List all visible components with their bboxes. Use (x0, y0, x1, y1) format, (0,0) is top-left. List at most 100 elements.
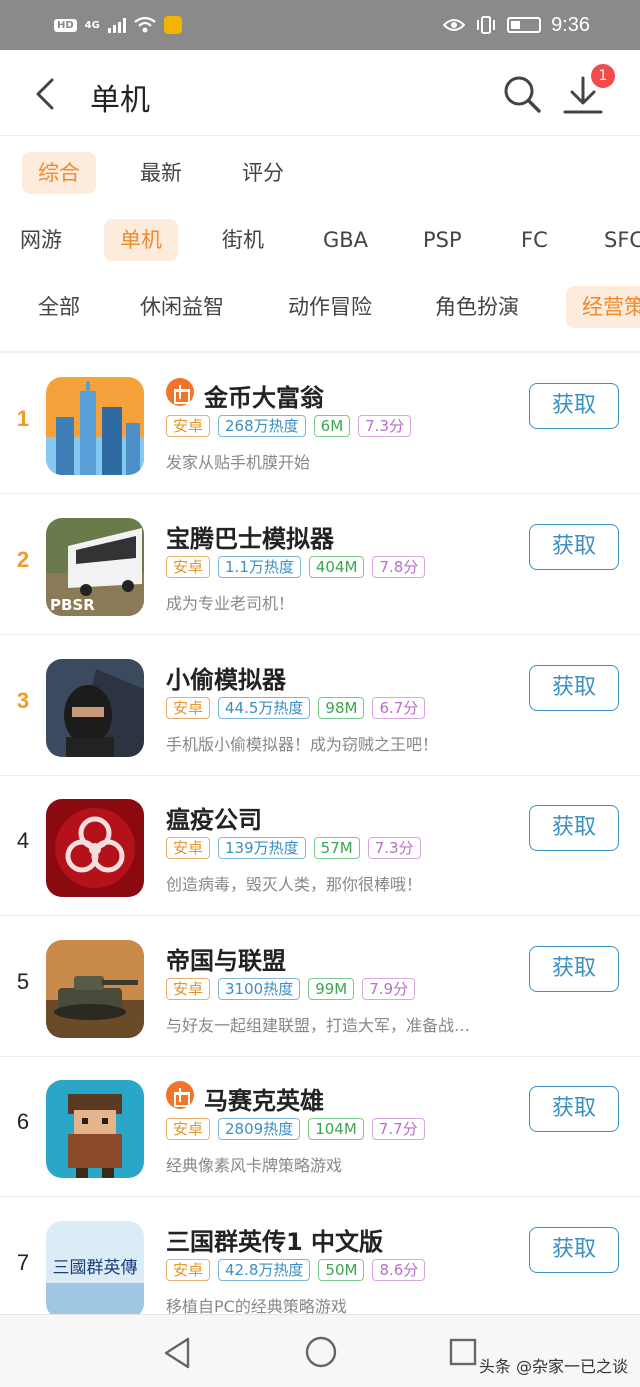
eye-icon (443, 19, 466, 31)
popularity-tag: 42.8万热度 (218, 1259, 311, 1281)
watermark: 头条 @杂家一已之谈 (478, 1357, 628, 1376)
get-button[interactable]: 获取 (529, 1227, 619, 1273)
nav-recent-icon[interactable] (448, 1337, 478, 1367)
platform-tag: 安卓 (166, 415, 211, 437)
rank-number: 7 (16, 1250, 30, 1275)
app-name[interactable]: 小偷模拟器 (166, 660, 286, 695)
popularity-tag: 2809热度 (218, 1118, 301, 1140)
app-name[interactable]: 宝腾巴士模拟器 (166, 519, 334, 554)
tab-casual-puzzle[interactable]: 休闲益智 (124, 286, 240, 328)
masked-thief-icon (46, 659, 144, 757)
size-tag: 98M (318, 697, 365, 719)
tab-gba[interactable]: GBA (307, 219, 384, 261)
rank-number: 4 (16, 828, 30, 853)
list-item[interactable]: 3 小偷模拟器 安卓 44.5万热度 98M 6.7分 手机版小偷模拟器！成为窃… (0, 636, 640, 776)
tab-online[interactable]: 网游 (4, 219, 78, 261)
page-title: 单机 (90, 83, 150, 118)
tab-psp[interactable]: PSP (407, 219, 478, 261)
tab-all[interactable]: 全部 (22, 286, 96, 328)
get-button[interactable]: 获取 (529, 946, 619, 992)
status-right: 9:36 (443, 10, 590, 40)
system-nav-bar: 头条 @杂家一已之谈 (0, 1314, 640, 1387)
app-name[interactable]: 三国群英传1 中文版 (166, 1222, 383, 1257)
get-button[interactable]: 获取 (529, 524, 619, 570)
app-description: 与好友一起组建联盟，打造大军，准备战… (166, 1016, 471, 1035)
download-count-badge: 1 (591, 64, 615, 88)
score-tag: 8.6分 (372, 1259, 426, 1281)
app-name[interactable]: 帝国与联盟 (166, 941, 286, 976)
tag-list: 安卓 139万热度 57M 7.3分 (166, 837, 421, 859)
score-tag: 7.7分 (371, 1118, 425, 1140)
list-item[interactable]: 1 金币大富翁 安卓 268万热度 6M 7.3分 发家从贴手机膜开始 获取 (0, 354, 640, 494)
calligraphy-title-icon: 三國群英傳 (46, 1221, 144, 1319)
score-tag: 6.7分 (372, 697, 426, 719)
get-button[interactable]: 获取 (529, 1086, 619, 1132)
vibrate-icon (477, 16, 496, 34)
icon-caption: 三國群英傳 (53, 1258, 138, 1278)
get-button[interactable]: 获取 (529, 805, 619, 851)
tag-list: 安卓 2809热度 104M 7.7分 (166, 1118, 425, 1140)
popularity-tag: 268万热度 (218, 415, 306, 437)
tab-simulation-strategy[interactable]: 经营策 (566, 286, 640, 328)
score-tag: 7.9分 (362, 978, 416, 1000)
tab-rpg[interactable]: 角色扮演 (419, 286, 535, 328)
search-icon[interactable] (500, 72, 544, 116)
icon-caption: PBSR (50, 596, 95, 614)
nav-home-icon[interactable] (304, 1335, 338, 1369)
get-button[interactable]: 获取 (529, 383, 619, 429)
platform-tag: 安卓 (166, 556, 211, 578)
list-item[interactable]: 6 马赛克英雄 安卓 2809热度 104M 7.7分 经典像素风卡牌策略游戏 … (0, 1057, 640, 1197)
tag-list: 安卓 44.5万热度 98M 6.7分 (166, 697, 426, 719)
list-item[interactable]: 4 瘟疫公司 安卓 139万热度 57M 7.3分 创造病毒，毁灭人类，那你很棒… (0, 776, 640, 916)
app-name[interactable]: 马赛克英雄 (204, 1081, 324, 1116)
platform-tag: 安卓 (166, 697, 211, 719)
score-tag: 7.3分 (358, 415, 412, 437)
nav-back-icon[interactable] (162, 1335, 194, 1371)
platform-tag: 安卓 (166, 1118, 211, 1140)
list-item[interactable]: 5 帝国与联盟 安卓 3100热度 99M 7.9分 与好友一起组建联盟，打造大… (0, 917, 640, 1057)
app-description: 创造病毒，毁灭人类，那你很棒哦！ (166, 875, 423, 894)
biohazard-icon (46, 799, 144, 897)
network-type: 4G (84, 19, 100, 31)
platform-tabs: 网游 单机 街机 GBA PSP FC SFC (0, 209, 640, 273)
app-description: 发家从贴手机膜开始 (166, 453, 311, 472)
tab-newest[interactable]: 最新 (124, 152, 198, 194)
hd-indicator: HD (54, 18, 77, 32)
rank-number: 5 (16, 969, 30, 994)
get-button[interactable]: 获取 (529, 665, 619, 711)
tab-action-adventure[interactable]: 动作冒险 (272, 286, 388, 328)
list-divider (0, 351, 640, 353)
tab-comprehensive[interactable]: 综合 (22, 152, 96, 194)
tab-sfc[interactable]: SFC (588, 219, 640, 261)
sort-tabs: 综合 最新 评分 (0, 142, 640, 206)
tab-arcade[interactable]: 街机 (206, 219, 280, 261)
tab-fc[interactable]: FC (505, 219, 564, 261)
app-name[interactable]: 金币大富翁 (204, 378, 324, 413)
popularity-tag: 139万热度 (218, 837, 306, 859)
genre-tabs: 全部 休闲益智 动作冒险 角色扮演 经营策 (0, 276, 640, 340)
app-header: 单机 (0, 50, 640, 136)
list-item[interactable]: 2 PBSR 宝腾巴士模拟器 安卓 1.1万热度 404M 7.8分 成为专业老… (0, 495, 640, 635)
tag-list: 安卓 1.1万热度 404M 7.8分 (166, 556, 426, 578)
size-tag: 404M (308, 556, 365, 578)
battery-icon (507, 17, 542, 33)
score-tag: 7.8分 (372, 556, 426, 578)
score-tag: 7.3分 (367, 837, 421, 859)
tab-rating[interactable]: 评分 (226, 152, 300, 194)
gift-icon (166, 1081, 194, 1109)
back-icon[interactable] (26, 72, 66, 116)
list-item[interactable]: 7 三國群英傳 三国群英传1 中文版 安卓 42.8万热度 50M 8.6分 移… (0, 1198, 640, 1319)
popularity-tag: 3100热度 (218, 978, 301, 1000)
platform-tag: 安卓 (166, 1259, 211, 1281)
city-buildings-icon (46, 377, 144, 475)
rank-number: 1 (16, 406, 30, 431)
app-description: 手机版小偷模拟器！成为窃贼之王吧！ (166, 735, 439, 754)
pixel-hero-icon (46, 1080, 144, 1178)
app-name[interactable]: 瘟疫公司 (166, 800, 262, 835)
notification-app-icon (163, 16, 182, 34)
tag-list: 安卓 268万热度 6M 7.3分 (166, 415, 412, 437)
size-tag: 57M (313, 837, 360, 859)
wifi-icon (134, 16, 156, 33)
clock: 9:36 (551, 13, 590, 36)
tab-standalone[interactable]: 单机 (104, 219, 178, 261)
